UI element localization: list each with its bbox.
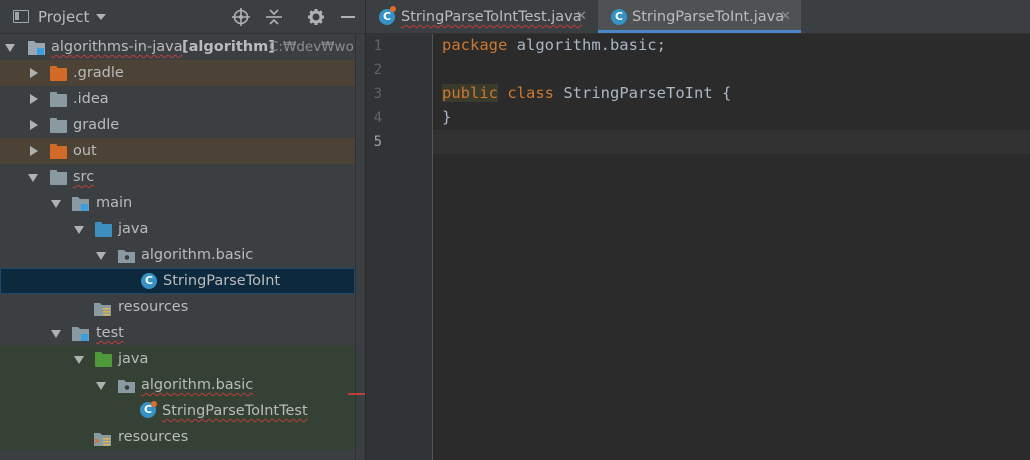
- tree-item-project-root[interactable]: algorithms-in-java [algorithm] C:₩dev₩wo…: [0, 34, 365, 60]
- tree-item-label: StringParseToIntTest: [162, 403, 308, 419]
- tree-item-label: algorithms-in-java: [51, 39, 183, 55]
- chevron-down-icon[interactable]: [96, 14, 106, 20]
- chevron-down-icon[interactable]: [74, 226, 84, 234]
- folder-icon: [50, 170, 67, 185]
- line-number-gutter: 1 2 3 4 5: [366, 34, 433, 460]
- tree-item-class-stringparsetoint[interactable]: C StringParseToInt: [0, 268, 355, 294]
- tree-item-main-resources[interactable]: resources: [0, 294, 355, 320]
- keyword: class: [507, 84, 555, 102]
- close-icon[interactable]: ✕: [576, 0, 587, 34]
- chevron-down-icon[interactable]: [96, 252, 106, 260]
- chevron-right-icon[interactable]: [30, 68, 38, 78]
- tree-item-label: resources: [118, 299, 189, 315]
- project-panel: Project algorithms-in-java [algorithm] C…: [0, 0, 365, 460]
- tree-item-label: gradle: [73, 117, 120, 133]
- tree-item-label: java: [118, 221, 149, 237]
- tree-item-label: StringParseToInt: [163, 273, 281, 289]
- code-line-3[interactable]: public class StringParseToInt {: [442, 84, 731, 102]
- tree-item-label: .idea: [73, 91, 109, 107]
- tree-item-out[interactable]: out: [0, 138, 355, 164]
- tree-item-class-stringparsetointtest[interactable]: C StringParseToIntTest: [0, 398, 355, 424]
- code-line-1[interactable]: package algorithm.basic;: [442, 36, 666, 54]
- project-path: C:₩dev₩works: [269, 39, 365, 55]
- tab-label: StringParseToInt.java: [632, 9, 785, 25]
- tree-item-test[interactable]: test: [0, 320, 355, 346]
- project-panel-header: Project: [0, 0, 365, 34]
- editor-tab-bar: C StringParseToIntTest.java ✕ C StringPa…: [366, 0, 1030, 34]
- excluded-folder-icon: [50, 144, 67, 159]
- code-text: algorithm.basic;: [507, 36, 666, 54]
- tree-item-test-resources[interactable]: resources: [0, 424, 355, 450]
- error-stripe-marker: [348, 393, 365, 395]
- tree-item-test-package[interactable]: algorithm.basic: [0, 372, 355, 398]
- chevron-down-icon[interactable]: [51, 330, 61, 338]
- tree-item-main[interactable]: main: [0, 190, 355, 216]
- tree-item-gradle[interactable]: gradle: [0, 112, 355, 138]
- tree-item-idea[interactable]: .idea: [0, 86, 355, 112]
- folder-icon: [50, 118, 67, 133]
- chevron-down-icon[interactable]: [28, 174, 38, 182]
- chevron-down-icon[interactable]: [5, 44, 15, 52]
- close-icon[interactable]: ✕: [780, 0, 791, 34]
- line-number: 1: [373, 38, 382, 54]
- test-source-folder-icon: [95, 352, 112, 367]
- code-line-4[interactable]: }: [442, 108, 451, 126]
- tree-item-test-java[interactable]: java: [0, 346, 355, 372]
- chevron-right-icon[interactable]: [30, 146, 38, 156]
- tree-item-label: .gradle: [73, 65, 124, 81]
- tree-item-label: main: [96, 195, 133, 211]
- tree-item-main-package[interactable]: algorithm.basic: [0, 242, 355, 268]
- tree-item-label: src: [73, 169, 95, 185]
- tab-stringparsetoint[interactable]: C StringParseToInt.java ✕: [598, 0, 801, 33]
- project-pane-icon: [13, 10, 29, 23]
- line-number-current: 5: [373, 134, 382, 150]
- tree-item-label: java: [118, 351, 149, 367]
- code-text: }: [442, 108, 452, 126]
- module-name: [algorithm]: [182, 39, 275, 55]
- tree-item-label: algorithm.basic: [141, 377, 254, 393]
- class-icon: C: [141, 273, 157, 289]
- test-marker-icon: [151, 401, 157, 407]
- line-number: 3: [373, 86, 382, 102]
- project-view-selector[interactable]: Project: [38, 8, 89, 26]
- tree-item-label: out: [73, 143, 97, 159]
- tree-item-main-java[interactable]: java: [0, 216, 355, 242]
- excluded-folder-icon: [50, 66, 67, 81]
- keyword: public: [442, 84, 498, 102]
- source-folder-icon: [95, 222, 112, 237]
- line-number: 2: [373, 62, 382, 78]
- line-number: 4: [373, 110, 382, 126]
- chevron-down-icon[interactable]: [51, 200, 61, 208]
- code-text: StringParseToInt {: [554, 84, 732, 102]
- editor-pane: C StringParseToIntTest.java ✕ C StringPa…: [366, 0, 1030, 460]
- folder-icon: [50, 92, 67, 107]
- current-line-highlight: [433, 130, 1030, 154]
- tree-item-label: resources: [118, 429, 189, 445]
- tab-label: StringParseToIntTest.java: [401, 9, 582, 25]
- chevron-right-icon[interactable]: [30, 94, 38, 104]
- collapse-all-icon[interactable]: [264, 7, 284, 27]
- tree-item-label: algorithm.basic: [141, 247, 254, 263]
- chevron-right-icon[interactable]: [30, 120, 38, 130]
- test-marker-icon: [390, 6, 396, 12]
- locate-icon[interactable]: [231, 7, 251, 27]
- keyword: package: [442, 36, 508, 54]
- tree-scrollbar[interactable]: [355, 34, 365, 460]
- chevron-down-icon[interactable]: [96, 382, 106, 390]
- tree-item-label: test: [96, 325, 124, 341]
- class-icon: C: [611, 9, 627, 25]
- hide-icon[interactable]: [338, 7, 358, 27]
- tab-stringparsetointtest[interactable]: C StringParseToIntTest.java ✕: [366, 0, 597, 33]
- test-resources-folder-icon: [94, 430, 112, 456]
- chevron-down-icon[interactable]: [74, 356, 84, 364]
- tree-item-gradle-cache[interactable]: .gradle: [0, 60, 355, 86]
- tree-item-src[interactable]: src: [0, 164, 355, 190]
- settings-icon[interactable]: [306, 7, 326, 27]
